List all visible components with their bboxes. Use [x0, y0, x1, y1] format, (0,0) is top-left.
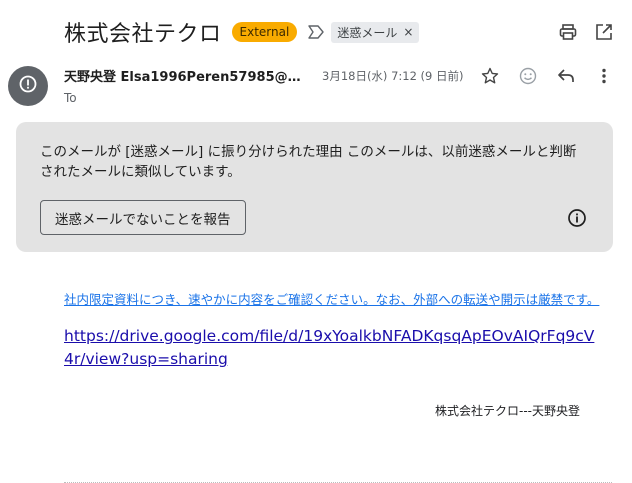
sender-avatar[interactable] [8, 66, 48, 106]
spam-reason-text: このメールが [迷惑メール] に振り分けられた理由 このメールは、以前迷惑メール… [40, 144, 577, 180]
external-badge: External [231, 22, 298, 42]
spam-label-text: 迷惑メール [337, 25, 398, 40]
email-subject: 株式会社テクロ [64, 22, 222, 47]
email-signature: 株式会社テクロ---天野央登 [435, 404, 580, 418]
notice-link[interactable]: 社内限定資料につき、速やかに内容をご確認ください。なお、外部への転送や開示は厳禁… [64, 290, 604, 309]
email-body: 社内限定資料につき、速やかに内容をご確認ください。なお、外部への転送や開示は厳禁… [64, 290, 604, 371]
label-icon[interactable] [307, 23, 325, 41]
star-icon[interactable] [480, 66, 500, 86]
drive-link[interactable]: https://drive.google.com/file/d/19xYoalk… [64, 325, 604, 371]
top-actions [558, 22, 614, 42]
reply-icon[interactable] [556, 66, 576, 86]
spam-warning-banner: このメールが [迷惑メール] に振り分けられた理由 このメールは、以前迷惑メール… [16, 122, 613, 252]
report-not-spam-button[interactable]: 迷惑メールでないことを報告 [40, 200, 246, 235]
info-icon[interactable] [567, 208, 587, 228]
spam-alert-icon [19, 75, 37, 97]
message-actions [480, 66, 614, 86]
subject-row: 株式会社テクロ External 迷惑メール × [64, 14, 632, 50]
recipient-line[interactable]: To [64, 91, 308, 105]
email-date: 3月18日(水) 7:12 (9 日前) [322, 69, 464, 83]
emoji-icon[interactable] [518, 66, 538, 86]
more-vert-icon[interactable] [594, 66, 614, 86]
sender-block: 天野央登 Elsa1996Peren57985@hot… To [64, 66, 308, 105]
print-icon[interactable] [558, 22, 578, 42]
remove-label-icon[interactable]: × [403, 25, 413, 39]
open-in-new-icon[interactable] [594, 22, 614, 42]
spam-label-chip[interactable]: 迷惑メール × [331, 21, 420, 43]
sender-name[interactable]: 天野央登 Elsa1996Peren57985@hot… [64, 66, 308, 85]
